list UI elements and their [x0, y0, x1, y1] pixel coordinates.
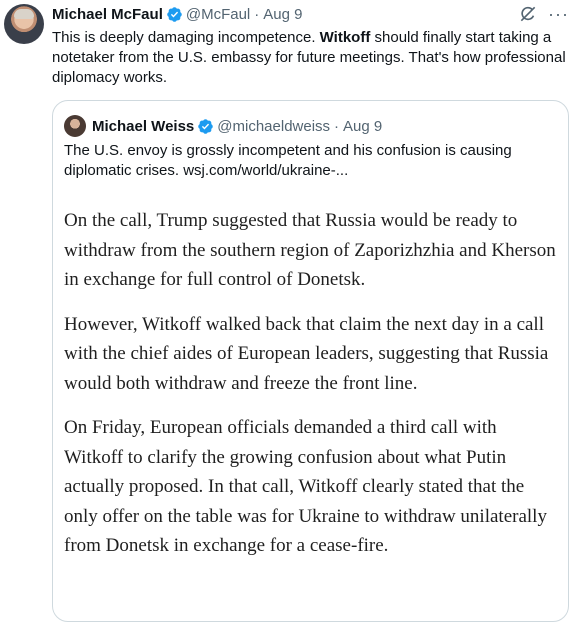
article-screenshot: On the call, Trump suggested that Russia…	[64, 206, 559, 576]
author-handle[interactable]: @McFaul	[186, 6, 250, 23]
tweet-header: Michael McFaul @McFaul · Aug 9	[52, 6, 302, 23]
verified-badge-icon	[198, 118, 214, 134]
tweet-actions: ···	[518, 4, 569, 24]
tweet-date[interactable]: Aug 9	[263, 6, 302, 23]
quoted-tweet-text: The U.S. envoy is grossly incompetent an…	[64, 142, 512, 179]
separator: ·	[334, 117, 340, 135]
quoted-author-name[interactable]: Michael Weiss	[92, 118, 194, 135]
quoted-tweet-date[interactable]: Aug 9	[343, 118, 382, 135]
quoted-tweet-header: Michael Weiss @michaeldweiss · Aug 9	[64, 115, 382, 137]
grok-icon[interactable]	[518, 4, 538, 24]
article-paragraph: On Friday, European officials demanded a…	[64, 417, 547, 556]
tweet: Michael McFaul @McFaul · Aug 9 ··· This …	[0, 0, 577, 622]
tweet-text-start: This is deeply damaging incompetence.	[52, 29, 320, 46]
tweet-text: This is deeply damaging incompetence. Wi…	[52, 28, 572, 88]
quoted-avatar[interactable]	[64, 115, 86, 137]
quoted-author-handle[interactable]: @michaeldweiss	[217, 118, 330, 135]
separator: ·	[254, 6, 260, 23]
more-icon[interactable]: ···	[548, 5, 569, 23]
article-paragraph: On the call, Trump suggested that Russia…	[64, 210, 556, 290]
quoted-tweet[interactable]: Michael Weiss @michaeldweiss · Aug 9 The…	[52, 100, 569, 622]
verified-badge-icon	[167, 7, 182, 22]
article-paragraph: However, Witkoff walked back that claim …	[64, 313, 549, 394]
tweet-text-bold: Witkoff	[319, 29, 371, 46]
author-name[interactable]: Michael McFaul	[52, 6, 163, 23]
avatar[interactable]	[4, 4, 44, 44]
